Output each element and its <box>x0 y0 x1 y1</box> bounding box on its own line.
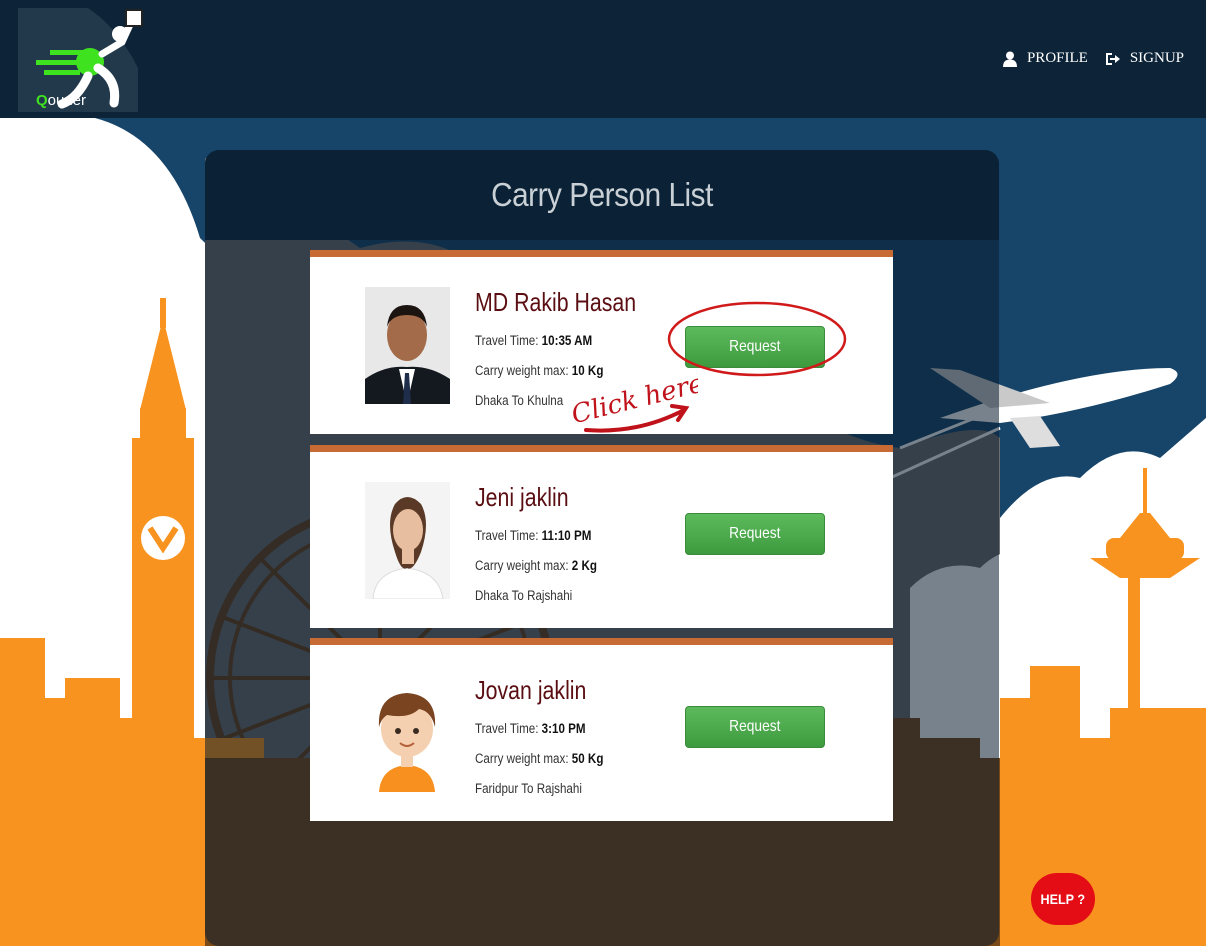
route: Faridpur To Rajshahi <box>475 781 582 796</box>
person-photo-avatar <box>365 482 450 599</box>
person-name: MD Rakib Hasan <box>475 287 637 317</box>
logo-text: Qourier <box>36 92 87 109</box>
top-bar: Qourier PROFILE SIGNUP <box>0 0 1206 118</box>
carry-weight: Carry weight max: 2 Kg <box>475 558 597 573</box>
request-button[interactable]: Request <box>685 706 825 748</box>
sign-in-icon <box>1105 52 1120 65</box>
user-icon <box>1002 51 1017 67</box>
person-card: Jovan jaklin Travel Time: 3:10 PM Carry … <box>310 638 893 821</box>
help-button[interactable]: HELP ? <box>1031 873 1095 925</box>
person-name: Jovan jaklin <box>475 675 587 705</box>
signup-label: SIGNUP <box>1129 50 1184 66</box>
profile-link[interactable]: PROFILE <box>1002 50 1088 67</box>
person-name: Jeni jaklin <box>475 482 569 512</box>
person-card: Jeni jaklin Travel Time: 11:10 PM Carry … <box>310 445 893 628</box>
signup-link[interactable]: SIGNUP <box>1104 50 1184 67</box>
route: Dhaka To Khulna <box>475 393 564 408</box>
travel-time: Travel Time: 11:10 PM <box>475 528 592 543</box>
person-photo-avatar <box>365 287 450 404</box>
travel-time: Travel Time: 10:35 AM <box>475 333 593 348</box>
page-title: Carry Person List <box>491 176 713 213</box>
click-here-annotation: Click here <box>569 368 698 433</box>
profile-label: PROFILE <box>1026 50 1088 66</box>
request-button[interactable]: Request <box>685 513 825 555</box>
route: Dhaka To Rajshahi <box>475 588 573 603</box>
person-photo-avatar <box>365 675 450 792</box>
travel-time: Travel Time: 3:10 PM <box>475 721 586 736</box>
top-nav: PROFILE SIGNUP <box>1002 50 1184 67</box>
carry-weight: Carry weight max: 50 Kg <box>475 751 604 766</box>
